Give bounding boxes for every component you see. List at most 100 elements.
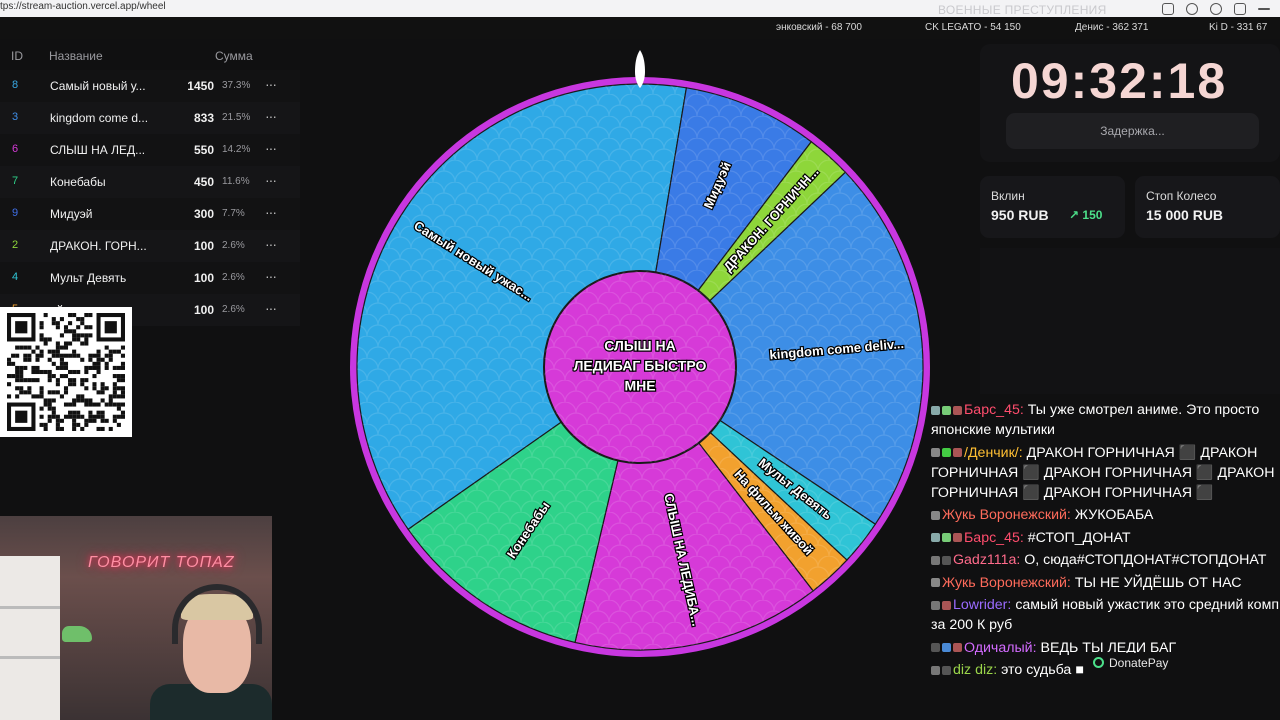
more-icon[interactable]: ··· (265, 172, 277, 188)
qr-module (59, 317, 64, 322)
header-id: ID (11, 49, 23, 63)
qr-module (47, 378, 52, 383)
chat-badge-icon (931, 578, 940, 588)
qr-module (80, 394, 85, 399)
header-sum: Сумма (215, 49, 253, 63)
qr-module (100, 386, 105, 391)
lot-name[interactable]: СЛЫШ НА ЛЕД... (50, 143, 180, 157)
chat-nick[interactable]: Барс_45: (964, 402, 1024, 418)
qr-module (80, 382, 85, 387)
more-icon[interactable]: ··· (265, 204, 277, 220)
lot-row[interactable]: 7 Конебабы 450 11.6% ··· (0, 166, 300, 198)
lot-row[interactable]: 8 Самый новый у... 1450 37.3% ··· (0, 70, 300, 102)
qr-module (63, 325, 69, 330)
qr-module (88, 402, 93, 407)
wheel-graphic[interactable]: Самый новый ужас...МидуэйДРАКОН. ГОРНИЧН… (345, 72, 935, 662)
more-icon[interactable]: ··· (265, 108, 277, 124)
qr-module (51, 406, 56, 411)
delay-button[interactable]: Задержка... (1006, 113, 1259, 149)
lot-row[interactable]: 3 kingdom come d... 833 21.5% ··· (0, 102, 300, 134)
qr-module (47, 398, 52, 403)
qr-module (31, 365, 36, 370)
lot-name[interactable]: kingdom come d... (50, 111, 180, 125)
chat-nick[interactable]: Барс_45: (964, 530, 1024, 546)
qr-module (43, 402, 48, 407)
more-icon[interactable]: ··· (265, 140, 277, 156)
minimize-icon[interactable] (1258, 7, 1270, 10)
qr-module (63, 365, 69, 370)
vklin-card: Вклин 950 RUB ↗ 150 (980, 176, 1125, 238)
lot-row[interactable]: 9 Мидуэй 300 7.7% ··· (0, 198, 300, 230)
refresh-icon[interactable] (1210, 2, 1222, 15)
chat-message: Барс_45: #СТОП_ДОНАТ (928, 528, 1280, 548)
chat-nick[interactable]: diz diz: (953, 662, 997, 678)
auction-wheel[interactable]: Самый новый ужас... Мидуэй ДРАКОН. ГОРНИЧН… (345, 72, 935, 662)
chat-nick[interactable]: Жукь Воронежский: (942, 575, 1071, 591)
url-text[interactable]: tps://stream-auction.vercel.app/wheel (0, 0, 166, 14)
qr-module (51, 317, 56, 322)
trend-up-icon: ↗ (1069, 208, 1083, 222)
lot-name[interactable]: ДРАКОН. ГОРН... (50, 239, 180, 253)
qr-module (19, 369, 24, 375)
qr-module (47, 369, 52, 375)
qr-module (108, 426, 113, 431)
chat-nick[interactable]: Lowrider: (953, 597, 1011, 613)
bookmark-star-icon[interactable] (1186, 2, 1198, 15)
lot-name[interactable]: Конебабы (50, 175, 180, 189)
extension-icon[interactable] (1162, 2, 1174, 15)
qr-module (55, 382, 60, 387)
qr-module (112, 390, 117, 395)
qr-module (112, 418, 117, 423)
lot-row[interactable]: 4 Мульт Девять 100 2.6% ··· (0, 262, 300, 294)
chat-nick[interactable]: /Денчик/: (964, 445, 1023, 461)
chat-badge-icon (931, 448, 940, 458)
settings-icon[interactable] (1234, 2, 1246, 15)
browser-url-bar[interactable]: tps://stream-auction.vercel.app/wheel ВО… (0, 0, 1280, 17)
chat-nick[interactable]: Жукь Воронежский: (942, 507, 1071, 523)
qr-module (51, 410, 56, 415)
qr-module (59, 418, 64, 423)
qr-module (27, 357, 32, 362)
qr-module (7, 394, 12, 399)
qr-module (76, 394, 81, 399)
qr-module (55, 341, 60, 346)
qr-module (96, 410, 101, 415)
more-icon[interactable]: ··· (265, 268, 277, 284)
lot-name[interactable]: Мульт Девять (50, 271, 180, 285)
qr-module (76, 422, 81, 427)
qr-module (43, 369, 48, 375)
lot-name[interactable]: Мидуэй (50, 207, 180, 221)
qr-module (55, 422, 60, 427)
qr-module (27, 353, 32, 358)
qr-module (108, 357, 113, 362)
lot-amount: 300 (193, 207, 214, 221)
chat-nick[interactable]: Gadz111a: (953, 552, 1020, 568)
lot-amount: 550 (193, 143, 214, 157)
qr-module (43, 398, 48, 403)
qr-module (68, 341, 73, 346)
qr-module (51, 321, 56, 326)
qr-module (51, 374, 56, 379)
chat-text: О, сюда#СТОПДОНАТ#СТОПДОНАТ (1024, 552, 1267, 568)
lot-name[interactable]: Самый новый у... (50, 79, 180, 93)
qr-module (84, 365, 89, 370)
qr-module (72, 422, 77, 427)
chat-text: ЖУКОБАБА (1074, 507, 1154, 523)
qr-module (76, 410, 81, 415)
qr-module (59, 333, 64, 338)
lot-id: 9 (12, 207, 19, 219)
qr-module (15, 345, 20, 350)
lot-row[interactable]: 2 ДРАКОН. ГОРН... 100 2.6% ··· (0, 230, 300, 262)
chat-nick[interactable]: Одичалый: (964, 640, 1037, 656)
qr-module (39, 386, 44, 391)
more-icon[interactable]: ··· (265, 300, 277, 316)
donatepay-label: DonatePay (1109, 656, 1169, 670)
qr-module (92, 418, 97, 423)
lot-row[interactable]: 6 СЛЫШ НА ЛЕД... 550 14.2% ··· (0, 134, 300, 166)
qr-module (72, 402, 77, 407)
more-icon[interactable]: ··· (265, 76, 277, 92)
more-icon[interactable]: ··· (265, 236, 277, 252)
ticker-item: энковский - 68 700 (776, 22, 862, 33)
chat-text: ТЫ НЕ УЙДЁШЬ ОТ НАС (1074, 574, 1242, 591)
qr-module (51, 361, 56, 366)
